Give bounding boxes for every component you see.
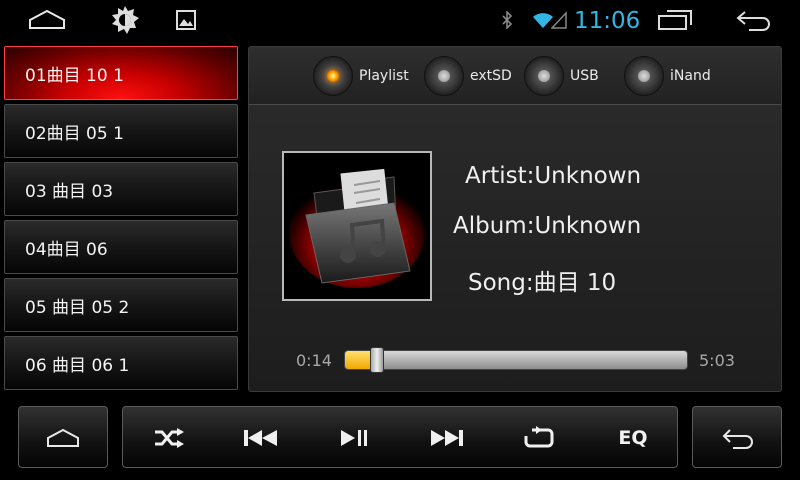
gallery-icon[interactable]	[174, 0, 198, 40]
radio-indicator-icon	[524, 56, 564, 96]
seek-bar-thumb[interactable]	[370, 347, 384, 373]
now-playing-panel: Playlist extSD USB iNand Artist:Unknown …	[248, 46, 782, 392]
home-icon[interactable]	[26, 0, 68, 40]
eq-button[interactable]: EQ	[603, 407, 663, 469]
album-text: Album:Unknown	[453, 213, 642, 239]
source-selector: Playlist extSD USB iNand	[249, 47, 781, 105]
playlist-item-label: 01曲目 10 1	[25, 65, 124, 86]
brightness-icon[interactable]	[108, 0, 142, 40]
radio-indicator-icon	[313, 56, 353, 96]
repeat-icon	[524, 426, 554, 448]
radio-indicator-icon	[424, 56, 464, 96]
radio-indicator-icon	[624, 56, 664, 96]
play-pause-icon	[341, 430, 367, 446]
playback-controls: EQ	[122, 406, 678, 468]
source-inand[interactable]: iNand	[624, 55, 711, 97]
next-icon	[431, 430, 463, 446]
playlist-item[interactable]: 01曲目 10 1	[4, 46, 238, 100]
playlist-item-label: 06 曲目 06 1	[25, 355, 130, 376]
eq-label: EQ	[618, 427, 648, 449]
recent-apps-icon[interactable]	[656, 0, 694, 40]
previous-icon	[244, 430, 277, 446]
source-usb[interactable]: USB	[524, 55, 599, 97]
seek-bar[interactable]	[344, 347, 688, 373]
album-art	[282, 151, 432, 301]
playlist-item-label: 05 曲目 05 2	[25, 297, 130, 318]
back-button[interactable]	[692, 406, 782, 468]
status-bar: 11:06	[0, 0, 800, 40]
source-playlist[interactable]: Playlist	[313, 55, 409, 97]
signal-icon	[551, 0, 567, 40]
back-icon[interactable]	[734, 0, 774, 40]
song-text: Song:曲目 10	[468, 270, 617, 296]
back-icon	[708, 407, 768, 469]
source-label: USB	[570, 68, 599, 84]
playlist-item-label: 03 曲目 03	[25, 181, 114, 202]
bluetooth-icon	[500, 0, 514, 40]
home-button[interactable]	[18, 406, 108, 468]
playlist-item[interactable]: 04曲目 06	[4, 220, 238, 274]
playlist-item[interactable]: 03 曲目 03	[4, 162, 238, 216]
playlist-item-label: 02曲目 05 1	[25, 123, 124, 144]
shuffle-button[interactable]	[139, 407, 199, 469]
playlist: 01曲目 10 1 02曲目 05 1 03 曲目 03 04曲目 06 05 …	[4, 46, 238, 394]
repeat-button[interactable]	[509, 407, 569, 469]
total-time: 5:03	[699, 351, 735, 370]
source-label: extSD	[470, 68, 512, 84]
clock: 11:06	[574, 8, 641, 34]
playlist-item[interactable]: 05 曲目 05 2	[4, 278, 238, 332]
playlist-item[interactable]: 06 曲目 06 1	[4, 336, 238, 390]
playlist-item-label: 04曲目 06	[25, 239, 108, 260]
shuffle-icon	[155, 428, 184, 448]
home-icon	[33, 407, 93, 469]
music-folder-icon	[284, 153, 430, 299]
source-label: Playlist	[359, 68, 409, 84]
previous-button[interactable]	[231, 407, 291, 469]
source-extsd[interactable]: extSD	[424, 55, 512, 97]
playlist-item[interactable]: 02曲目 05 1	[4, 104, 238, 158]
next-button[interactable]	[417, 407, 477, 469]
play-pause-button[interactable]	[324, 407, 384, 469]
artist-text: Artist:Unknown	[465, 163, 642, 189]
source-label: iNand	[670, 68, 711, 84]
elapsed-time: 0:14	[296, 351, 332, 370]
